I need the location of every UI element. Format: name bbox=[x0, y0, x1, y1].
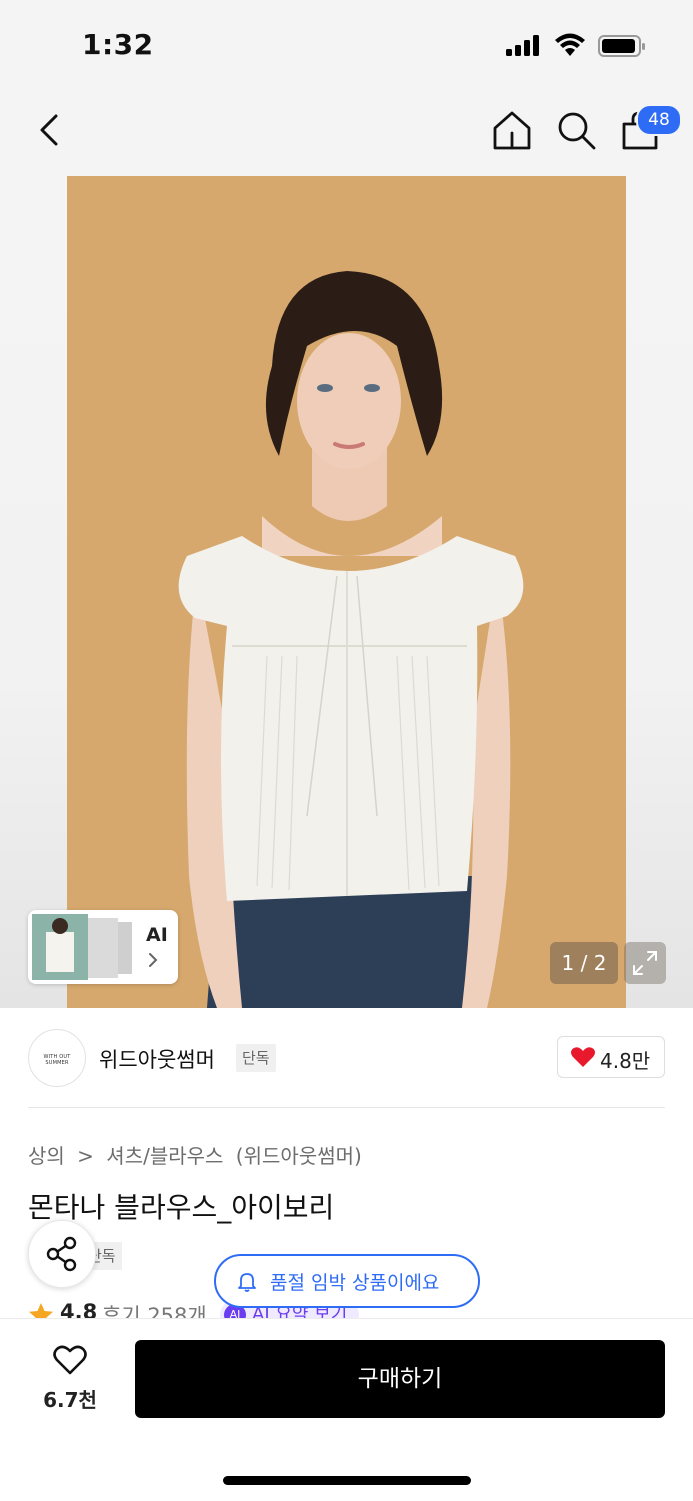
status-time: 1:32 bbox=[82, 28, 154, 61]
wishlist-button[interactable]: 6.7천 bbox=[28, 1340, 112, 1420]
share-icon bbox=[46, 1236, 77, 1272]
share-button[interactable] bbox=[28, 1220, 96, 1288]
top-nav-bar: 48 bbox=[0, 90, 693, 176]
brand-name[interactable]: 위드아웃썸머 bbox=[99, 1044, 215, 1074]
ai-thumbnail-stack bbox=[32, 914, 132, 980]
wifi-icon bbox=[555, 33, 585, 56]
model-illustration bbox=[67, 176, 626, 1008]
search-icon[interactable] bbox=[554, 108, 598, 152]
bell-icon bbox=[238, 1273, 256, 1292]
cart-count-badge: 48 bbox=[636, 104, 682, 136]
status-bar: 1:32 bbox=[0, 0, 693, 90]
cellular-signal-icon bbox=[506, 35, 539, 56]
expand-icon bbox=[633, 951, 657, 975]
home-indicator bbox=[223, 1476, 471, 1485]
low-stock-notice: 품절 임박 상품이에요 bbox=[214, 1254, 480, 1308]
chevron-right-icon bbox=[149, 953, 158, 967]
ai-styling-card[interactable]: AI bbox=[28, 910, 178, 984]
brand-logo-text: WITH OUT SUMMER bbox=[43, 1054, 71, 1066]
brand-exclusive-tag: 단독 bbox=[236, 1044, 276, 1072]
heart-filled-icon bbox=[571, 1047, 595, 1067]
product-photo[interactable] bbox=[67, 176, 626, 1008]
low-stock-text: 품절 임박 상품이에요 bbox=[270, 1272, 440, 1294]
divider bbox=[28, 1107, 665, 1108]
breadcrumb: 상의 > 셔츠/블라우스 (위드아웃썸머) bbox=[28, 1140, 368, 1169]
breadcrumb-subcategory[interactable]: 셔츠/블라우스 bbox=[106, 1144, 223, 1168]
expand-image-button[interactable] bbox=[624, 942, 666, 984]
heart-outline-icon bbox=[53, 1345, 87, 1375]
ai-label: AI bbox=[146, 924, 168, 946]
battery-icon bbox=[598, 35, 645, 57]
brand-like-count: 4.8만 bbox=[600, 1049, 651, 1073]
back-chevron-icon[interactable] bbox=[30, 110, 70, 150]
breadcrumb-brand[interactable]: (위드아웃썸머) bbox=[236, 1144, 362, 1168]
buy-button[interactable]: 구매하기 bbox=[135, 1340, 665, 1418]
brand-logo[interactable]: WITH OUT SUMMER bbox=[28, 1029, 86, 1087]
product-title: 몬타나 블라우스_아이보리 bbox=[28, 1191, 335, 1224]
breadcrumb-separator: > bbox=[77, 1144, 94, 1168]
brand-like-button[interactable]: 4.8만 bbox=[557, 1036, 665, 1078]
home-icon[interactable] bbox=[490, 108, 534, 152]
image-page-indicator: 1 / 2 bbox=[550, 942, 618, 984]
wishlist-count: 6.7천 bbox=[43, 1388, 97, 1412]
breadcrumb-category[interactable]: 상의 bbox=[28, 1144, 65, 1168]
